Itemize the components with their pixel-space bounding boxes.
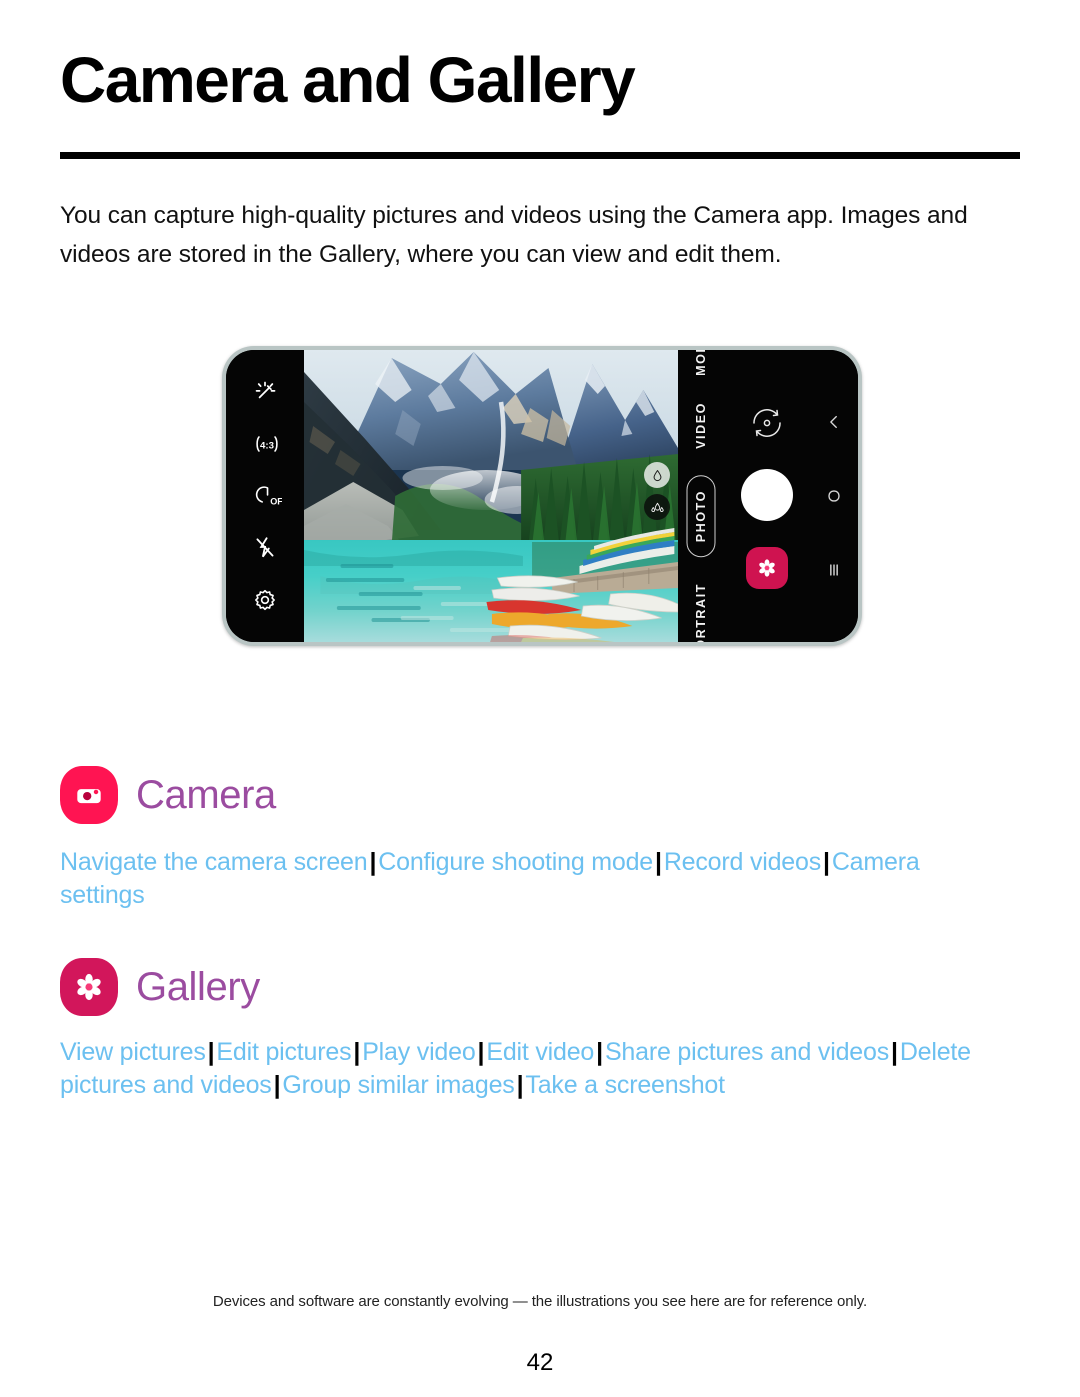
flower-glyph [77, 973, 101, 1001]
shutter-button[interactable] [741, 469, 793, 521]
home-squircle-icon[interactable] [825, 487, 843, 505]
gallery-app-heading: Gallery [60, 958, 1020, 1016]
page-title: Camera and Gallery [60, 44, 636, 116]
back-chevron-icon[interactable] [825, 413, 843, 431]
aspect-ratio-icon[interactable]: 4:3 [252, 431, 278, 457]
sparkle-effects-icon[interactable] [252, 379, 278, 405]
flower-icon [759, 559, 775, 577]
link-separator: | [655, 848, 662, 876]
link-separator: | [823, 848, 830, 876]
camera-mode-photo[interactable]: PHOTO [686, 474, 716, 558]
timer-icon[interactable]: OFF [252, 483, 289, 509]
camera-mode-rail[interactable]: MORE VIDEO PHOTO PORTRAIT [678, 350, 724, 642]
page-number: 42 [526, 1349, 554, 1376]
title-divider [60, 152, 1020, 159]
camera-flip-icon[interactable] [747, 403, 787, 443]
link-separator: | [369, 848, 377, 876]
link-separator: | [891, 1038, 898, 1066]
gallery-app-icon[interactable] [60, 958, 118, 1016]
camera-mode-more[interactable]: MORE [694, 350, 708, 376]
gallery-app-name: Gallery [136, 965, 260, 1009]
camera-glyph [77, 789, 101, 804]
gear-icon[interactable] [252, 587, 278, 613]
link-separator: | [207, 1038, 215, 1066]
footer-disclaimer: Devices and software are constantly evol… [212, 1293, 868, 1310]
link-share-pictures-and-videos[interactable]: Share pictures and videos [605, 1038, 889, 1066]
link-separator: | [353, 1038, 361, 1066]
link-navigate-camera-screen[interactable]: Navigate the camera screen [60, 848, 368, 876]
gallery-thumbnail-button[interactable] [746, 547, 788, 589]
link-view-pictures[interactable]: View pictures [60, 1038, 206, 1066]
section-gallery: Gallery View pictures|Edit pictures|Play… [60, 958, 1020, 1102]
viewfinder-scene [304, 350, 678, 642]
phone-illustration: 4:3 OFF [222, 346, 862, 646]
camera-app-heading: Camera [60, 766, 1020, 824]
camera-viewfinder[interactable] [304, 350, 678, 642]
intro-paragraph: You can capture high-quality pictures an… [60, 202, 968, 268]
camera-shutter-column [724, 350, 810, 642]
camera-app-icon[interactable] [60, 766, 118, 824]
link-edit-pictures[interactable]: Edit pictures [216, 1038, 351, 1066]
recents-bars-icon[interactable] [825, 561, 843, 579]
zoom-lens-buttons[interactable] [644, 462, 670, 520]
phone-screen: 4:3 OFF [226, 350, 858, 642]
gallery-links[interactable]: View pictures|Edit pictures|Play video|E… [60, 1036, 1005, 1102]
link-configure-shooting-mode[interactable]: Configure shooting mode [378, 848, 653, 876]
link-play-video[interactable]: Play video [362, 1038, 476, 1066]
camera-app-name: Camera [136, 773, 276, 817]
manual-page: Camera and Gallery You can capture high-… [0, 0, 1080, 1397]
camera-mode-video[interactable]: VIDEO [694, 402, 708, 449]
lens-ultrawide-icon[interactable] [644, 494, 670, 520]
link-take-a-screenshot[interactable]: Take a screenshot [525, 1071, 725, 1099]
camera-mode-portrait[interactable]: PORTRAIT [694, 583, 708, 642]
phone-frame: 4:3 OFF [222, 346, 862, 646]
camera-right-controls: MORE VIDEO PHOTO PORTRAIT [678, 350, 858, 642]
link-separator: | [596, 1038, 603, 1066]
svg-text:4:3: 4:3 [260, 441, 274, 452]
android-navigation-bar[interactable] [810, 350, 858, 642]
link-separator: | [273, 1071, 281, 1099]
link-record-videos[interactable]: Record videos [664, 848, 821, 876]
link-edit-video[interactable]: Edit video [486, 1038, 594, 1066]
lens-wide-icon[interactable] [644, 462, 670, 488]
link-separator: | [477, 1038, 485, 1066]
section-camera: Camera Navigate the camera screen|Config… [60, 766, 1020, 912]
flash-off-icon[interactable] [252, 535, 278, 561]
link-group-similar-images[interactable]: Group similar images [282, 1071, 514, 1099]
svg-text:OFF: OFF [270, 497, 282, 507]
camera-left-toolbar: 4:3 OFF [226, 350, 304, 642]
link-separator: | [516, 1071, 524, 1099]
camera-links[interactable]: Navigate the camera screen|Configure sho… [60, 846, 1005, 912]
